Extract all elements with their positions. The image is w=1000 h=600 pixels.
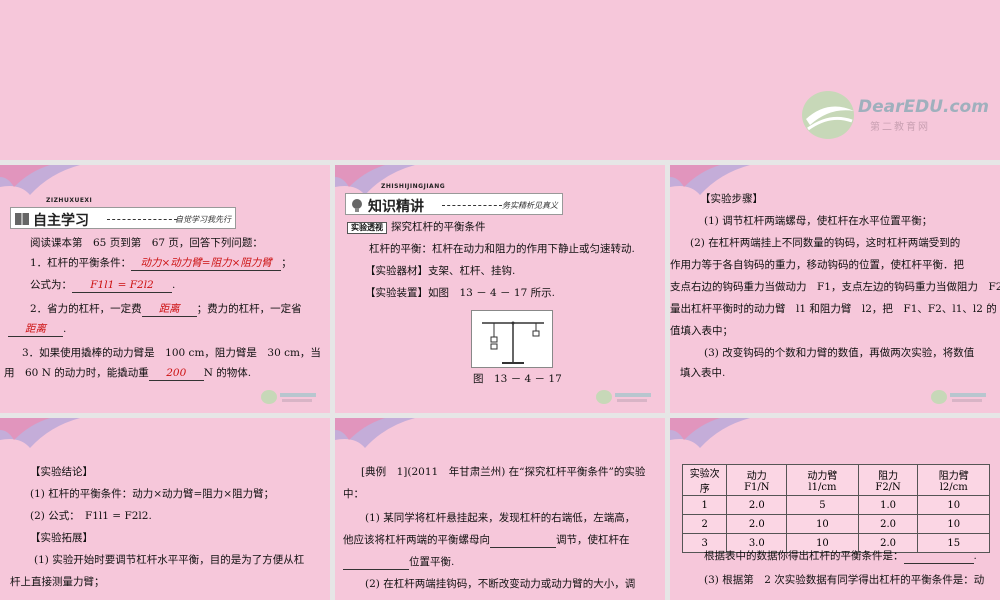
- slide-knowledge: ZHISHIJINGJIANG 知识精讲 务实精析见真义 实验透视 探究杠杆的平衡…: [335, 165, 665, 413]
- data-table: 实验次序 动力 F1/N 动力臂 l1/cm 阻力 F2/N 阻力臂 l2/cm…: [681, 464, 990, 553]
- conclusion-title: 【实验结论】: [30, 466, 93, 478]
- example-title: [典例 1](2011 年甘肃兰州) 在“探究杠杆平衡条件”的实验: [361, 466, 646, 478]
- lightbulb-icon: [352, 199, 362, 212]
- answer-2a: 距离: [141, 303, 197, 317]
- balance-definition: 杠杆的平衡：杠杆在动力和阻力的作用下静止或匀速转动.: [369, 243, 635, 255]
- lever-apparatus-icon: [482, 321, 544, 364]
- book-icon: [15, 213, 29, 225]
- experiment-badge: 实验透视: [347, 222, 387, 234]
- table-header: 实验次序: [681, 464, 728, 496]
- experiment-subtitle: 实验透视 探究杠杆的平衡条件: [347, 221, 486, 234]
- slide-example: [典例 1](2011 年甘肃兰州) 在“探究杠杆平衡条件”的实验 中： (1)…: [335, 418, 665, 600]
- table-header: 动力 F1/N: [726, 464, 788, 496]
- step-2-cont3: 量出杠杆平衡时的动力臂 l1 和阻力臂 l2，把 F1、F2、l1、l2 的: [670, 303, 997, 315]
- intro-text: 阅读课本第 65 页到第 67 页，回答下列问题：: [30, 237, 263, 249]
- section-header: ZHISHIJINGJIANG 知识精讲 务实精析见真义: [345, 183, 563, 215]
- table-header: 阻力臂 l2/cm: [917, 464, 990, 496]
- step-2: (2) 在杠杆两端挂上不同数量的钩码，这时杠杆两端受到的: [690, 237, 961, 249]
- setup-line: 【实验装置】如图 13 － 4 － 17 所示.: [365, 287, 555, 299]
- question-3: 3．如果使用撬棒的动力臂是 100 cm，阻力臂是 30 cm，当: [22, 347, 321, 359]
- slide-self-study: ZIZHUXUEXI 自主学习 自觉学习我先行 阅读课本第 65 页到第 67 …: [0, 165, 330, 413]
- logo-sub: 第二教育网: [870, 122, 930, 133]
- dearedu-logo: DearEDU.com 第二教育网: [800, 85, 989, 145]
- table-row: 1 2.0 5 1.0 10: [681, 495, 990, 515]
- section-header: ZIZHUXUEXI 自主学习 自觉学习我先行: [10, 197, 236, 229]
- corner-decoration-icon: [0, 418, 80, 448]
- table-question: 根据表中的数据你得出杠杆的平衡条件是： .: [704, 550, 977, 564]
- mini-logo-icon: [931, 390, 986, 404]
- step-3-cont: 填入表中.: [680, 367, 726, 379]
- logo-swoosh-icon: [802, 91, 854, 139]
- header-tag: 自觉学习我先行: [175, 215, 231, 224]
- equipment-line: 【实验器材】支架、杠杆、挂钩.: [365, 265, 516, 277]
- answer-2b: 距离: [8, 323, 63, 337]
- example-q2: (2) 在杠杆两端挂钩码，不断改变动力或动力臂的大小，调: [365, 578, 636, 590]
- slide-data-table: 实验次序 动力 F1/N 动力臂 l1/cm 阻力 F2/N 阻力臂 l2/cm…: [670, 418, 1000, 600]
- step-2-cont1: 作用力等于各自钩码的重力，移动钩码的位置，使杠杆平衡．把: [670, 259, 964, 271]
- extension-1-cont: 杆上直接测量力臂；: [10, 576, 105, 588]
- answer-blank-condition[interactable]: [903, 550, 974, 564]
- header-title: 知识精讲: [368, 199, 424, 215]
- step-3: (3) 改变钩码的个数和力臂的数值，再做两次实验，将数值: [704, 347, 975, 359]
- slide-experiment-steps: 【实验步骤】 (1) 调节杠杆两端螺母，使杠杆在水平位置平衡； (2) 在杠杆两…: [670, 165, 1000, 413]
- example-q1-cont: 他应该将杠杆两端的平衡螺母向 调节，使杠杆在: [343, 534, 630, 548]
- question-1: 1．杠杆的平衡条件： 动力×动力臂=阻力×阻力臂；: [30, 257, 292, 271]
- top-slide: DearEDU.com 第二教育网: [0, 0, 1000, 160]
- table-header: 动力臂 l1/cm: [786, 464, 859, 496]
- logo-brand: DearEDU.com: [858, 97, 989, 117]
- header-title: 自主学习: [33, 213, 89, 229]
- header-pinyin: ZHISHIJINGJIANG: [381, 183, 446, 190]
- answer-1: 动力×动力臂=阻力×阻力臂: [131, 257, 282, 271]
- corner-decoration-icon: [335, 418, 415, 448]
- slide-conclusion: 【实验结论】 (1) 杠杆的平衡条件：动力×动力臂=阻力×阻力臂； (2) 公式…: [0, 418, 330, 600]
- lever-figure: [471, 310, 553, 368]
- answer-formula: F1l1 = F2l2: [72, 279, 172, 293]
- corner-decoration-icon: [0, 165, 80, 195]
- answer-3: 200: [148, 367, 204, 381]
- extension-title: 【实验拓展】: [30, 532, 93, 544]
- conclusion-2: (2) 公式： F1l1 = F2l2.: [30, 510, 152, 522]
- step-1: (1) 调节杠杆两端螺母，使杠杆在水平位置平衡；: [704, 215, 933, 227]
- step-2-cont4: 值填入表中；: [670, 325, 733, 337]
- question-3-cont: 用 60 N 的动力时，能撬动重 200 N 的物体.: [4, 367, 252, 381]
- extension-1: (1) 实验开始时要调节杠杆水平平衡，目的是为了方便从杠: [34, 554, 305, 566]
- answer-blank-direction[interactable]: [490, 534, 556, 548]
- header-tag: 务实精析见真义: [502, 201, 558, 210]
- conclusion-1: (1) 杠杆的平衡条件：动力×动力臂=阻力×阻力臂；: [30, 488, 275, 500]
- table-question-3: (3) 根据第 2 次实验数据有同学得出杠杆的平衡条件是：动: [704, 574, 985, 586]
- question-1b: 公式为： F1l1 = F2l2.: [30, 279, 176, 293]
- example-title-cont: 中：: [343, 488, 364, 500]
- mini-logo-icon: [261, 390, 316, 404]
- example-q1-cont2: 位置平衡.: [343, 556, 454, 570]
- step-2-cont2: 支点右边的钩码重力当做动力 F1，支点左边的钩码重力当做阻力 F2，: [670, 281, 1000, 293]
- steps-title: 【实验步骤】: [700, 193, 763, 205]
- question-2: 2．省力的杠杆，一定费 距离 ；费力的杠杆，一定省: [30, 303, 302, 317]
- table-header-row: 实验次序 动力 F1/N 动力臂 l1/cm 阻力 F2/N 阻力臂 l2/cm: [681, 464, 990, 496]
- answer-blank-position[interactable]: [343, 556, 409, 570]
- corner-decoration-icon: [670, 418, 750, 448]
- header-pinyin: ZIZHUXUEXI: [46, 197, 93, 204]
- question-2-cont: 距离.: [8, 323, 66, 337]
- example-q1: (1) 某同学将杠杆悬挂起来，发现杠杆的右端低，左端高，: [365, 512, 636, 524]
- table-header: 阻力 F2/N: [857, 464, 919, 496]
- figure-caption: 图 13 － 4 － 17: [473, 373, 562, 385]
- mini-logo-icon: [596, 390, 651, 404]
- table-row: 2 2.0 10 2.0 10: [681, 514, 990, 534]
